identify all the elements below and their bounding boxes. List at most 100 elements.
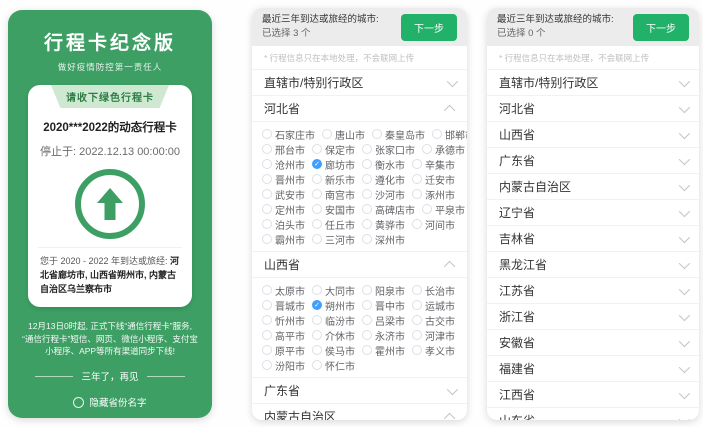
- chevron-down-icon: [679, 179, 690, 190]
- province-row[interactable]: 辽宁省: [487, 200, 699, 226]
- commemorative-card-panel: 行程卡纪念版 做好疫情防控第一责任人 请收下绿色行程卡 2020***2022的…: [8, 10, 212, 418]
- city-label: 安国市: [325, 202, 355, 217]
- city-checkbox-item[interactable]: 泊头市: [262, 217, 305, 232]
- city-checkbox-item[interactable]: 忻州市: [262, 313, 305, 328]
- city-checkbox-item[interactable]: 承德市: [422, 142, 465, 157]
- city-checkbox-item[interactable]: 沙河市: [362, 187, 405, 202]
- city-checkbox-item[interactable]: 南宫市: [312, 187, 355, 202]
- province-row[interactable]: 内蒙古自治区: [487, 174, 699, 200]
- city-checkbox-item[interactable]: 河津市: [412, 328, 455, 343]
- city-checkbox-item[interactable]: 长治市: [412, 283, 455, 298]
- city-checkbox-item[interactable]: 深州市: [362, 232, 405, 247]
- city-checkbox-item[interactable]: 遵化市: [362, 172, 405, 187]
- province-row[interactable]: 黑龙江省: [487, 252, 699, 278]
- city-checkbox-item[interactable]: 大同市: [312, 283, 355, 298]
- city-checkbox-item[interactable]: 汾阳市: [262, 358, 305, 373]
- city-checkbox-item[interactable]: 定州市: [262, 202, 305, 217]
- checkbox-icon: [412, 300, 422, 310]
- city-checkbox-item[interactable]: 辛集市: [412, 157, 455, 172]
- province-row[interactable]: 广东省: [252, 378, 467, 404]
- city-label: 深州市: [375, 232, 405, 247]
- city-checkbox-item[interactable]: 介休市: [312, 328, 355, 343]
- checkbox-icon: [312, 234, 322, 244]
- checkbox-icon: [412, 315, 422, 325]
- city-checkbox-item[interactable]: 石家庄市: [262, 127, 315, 142]
- city-checkbox-item[interactable]: 衡水市: [362, 157, 405, 172]
- city-checkbox-item[interactable]: 三河市: [312, 232, 355, 247]
- checkbox-icon: [312, 219, 322, 229]
- city-checkbox-item[interactable]: 安国市: [312, 202, 355, 217]
- city-checkbox-item[interactable]: 高平市: [262, 328, 305, 343]
- checkbox-icon: [362, 204, 372, 214]
- city-label: 吕梁市: [375, 313, 405, 328]
- province-row[interactable]: 河北省: [487, 96, 699, 122]
- city-checkbox-item[interactable]: 临汾市: [312, 313, 355, 328]
- city-checkbox-item[interactable]: 张家口市: [362, 142, 415, 157]
- city-checkbox-item[interactable]: 沧州市: [262, 157, 305, 172]
- city-checkbox-item[interactable]: 河间市: [412, 217, 455, 232]
- city-checkbox-item[interactable]: 吕梁市: [362, 313, 405, 328]
- province-row[interactable]: 浙江省: [487, 304, 699, 330]
- city-checkbox-item[interactable]: 黄骅市: [362, 217, 405, 232]
- chevron-down-icon: [447, 383, 458, 394]
- chevron-down-icon: [679, 75, 690, 86]
- checkbox-icon: [262, 234, 272, 244]
- city-checkbox-item[interactable]: 运城市: [412, 298, 455, 313]
- city-checkbox-item[interactable]: 古交市: [412, 313, 455, 328]
- province-row[interactable]: 安徽省: [487, 330, 699, 356]
- city-checkbox-item[interactable]: 永济市: [362, 328, 405, 343]
- city-checkbox-item[interactable]: 保定市: [312, 142, 355, 157]
- province-row[interactable]: 福建省: [487, 356, 699, 382]
- city-checkbox-item[interactable]: 武安市: [262, 187, 305, 202]
- province-row[interactable]: 内蒙古自治区: [252, 404, 467, 420]
- city-checkbox-item[interactable]: ✓廊坊市: [312, 157, 355, 172]
- province-row[interactable]: 吉林省: [487, 226, 699, 252]
- city-checkbox-item[interactable]: 涿州市: [412, 187, 455, 202]
- checkbox-icon: [412, 174, 422, 184]
- next-step-button[interactable]: 下一步: [401, 14, 457, 41]
- selected-count: 已选择 3 个: [262, 27, 379, 41]
- province-row[interactable]: 河北省: [252, 96, 467, 122]
- checkbox-icon: [262, 285, 272, 295]
- city-checkbox-item[interactable]: 任丘市: [312, 217, 355, 232]
- city-label: 高碑店市: [375, 202, 415, 217]
- province-row[interactable]: 广东省: [487, 148, 699, 174]
- city-label: 新乐市: [325, 172, 355, 187]
- city-checkbox-item[interactable]: 霸州市: [262, 232, 305, 247]
- province-row[interactable]: 直辖市/特别行政区: [487, 70, 699, 96]
- city-checkbox-item[interactable]: 新乐市: [312, 172, 355, 187]
- province-row[interactable]: 山东省: [487, 408, 699, 420]
- checkbox-icon: [362, 285, 372, 295]
- city-checkbox-item[interactable]: 高碑店市: [362, 202, 415, 217]
- province-row[interactable]: 山西省: [487, 122, 699, 148]
- city-checkbox-item[interactable]: 阳泉市: [362, 283, 405, 298]
- city-checkbox-item[interactable]: 侯马市: [312, 343, 355, 358]
- city-checkbox-item[interactable]: 霍州市: [362, 343, 405, 358]
- city-checkbox-item[interactable]: 孝义市: [412, 343, 455, 358]
- next-step-button[interactable]: 下一步: [633, 14, 689, 41]
- province-row[interactable]: 山西省: [252, 252, 467, 278]
- city-checkbox-item[interactable]: 平泉市: [422, 202, 465, 217]
- province-row[interactable]: 江苏省: [487, 278, 699, 304]
- city-checkbox-item[interactable]: 秦皇岛市: [372, 127, 425, 142]
- checkbox-icon: [432, 129, 442, 139]
- city-checkbox-item[interactable]: 怀仁市: [312, 358, 355, 373]
- city-label: 沙河市: [375, 187, 405, 202]
- checkbox-icon: [362, 174, 372, 184]
- city-label: 涿州市: [425, 187, 455, 202]
- city-grid-row: 晋城市 ✓朔州市晋中市运城市: [262, 298, 457, 312]
- city-checkbox-item[interactable]: 太原市: [262, 283, 305, 298]
- province-row[interactable]: 直辖市/特别行政区: [252, 70, 467, 96]
- city-checkbox-item[interactable]: 迁安市: [412, 172, 455, 187]
- city-checkbox-item[interactable]: 晋州市: [262, 172, 305, 187]
- city-checkbox-item[interactable]: 唐山市: [322, 127, 365, 142]
- city-checkbox-item[interactable]: 晋中市: [362, 298, 405, 313]
- city-checkbox-item[interactable]: ✓朔州市: [312, 298, 355, 313]
- city-checkbox-item[interactable]: 晋城市: [262, 298, 305, 313]
- city-checkbox-item[interactable]: 原平市: [262, 343, 305, 358]
- city-checkbox-item[interactable]: 邢台市: [262, 142, 305, 157]
- hide-province-checkbox[interactable]: 隐藏省份名字: [8, 395, 212, 409]
- city-checkbox-item[interactable]: 邯郸市: [432, 127, 467, 142]
- city-label: 迁安市: [425, 172, 455, 187]
- province-row[interactable]: 江西省: [487, 382, 699, 408]
